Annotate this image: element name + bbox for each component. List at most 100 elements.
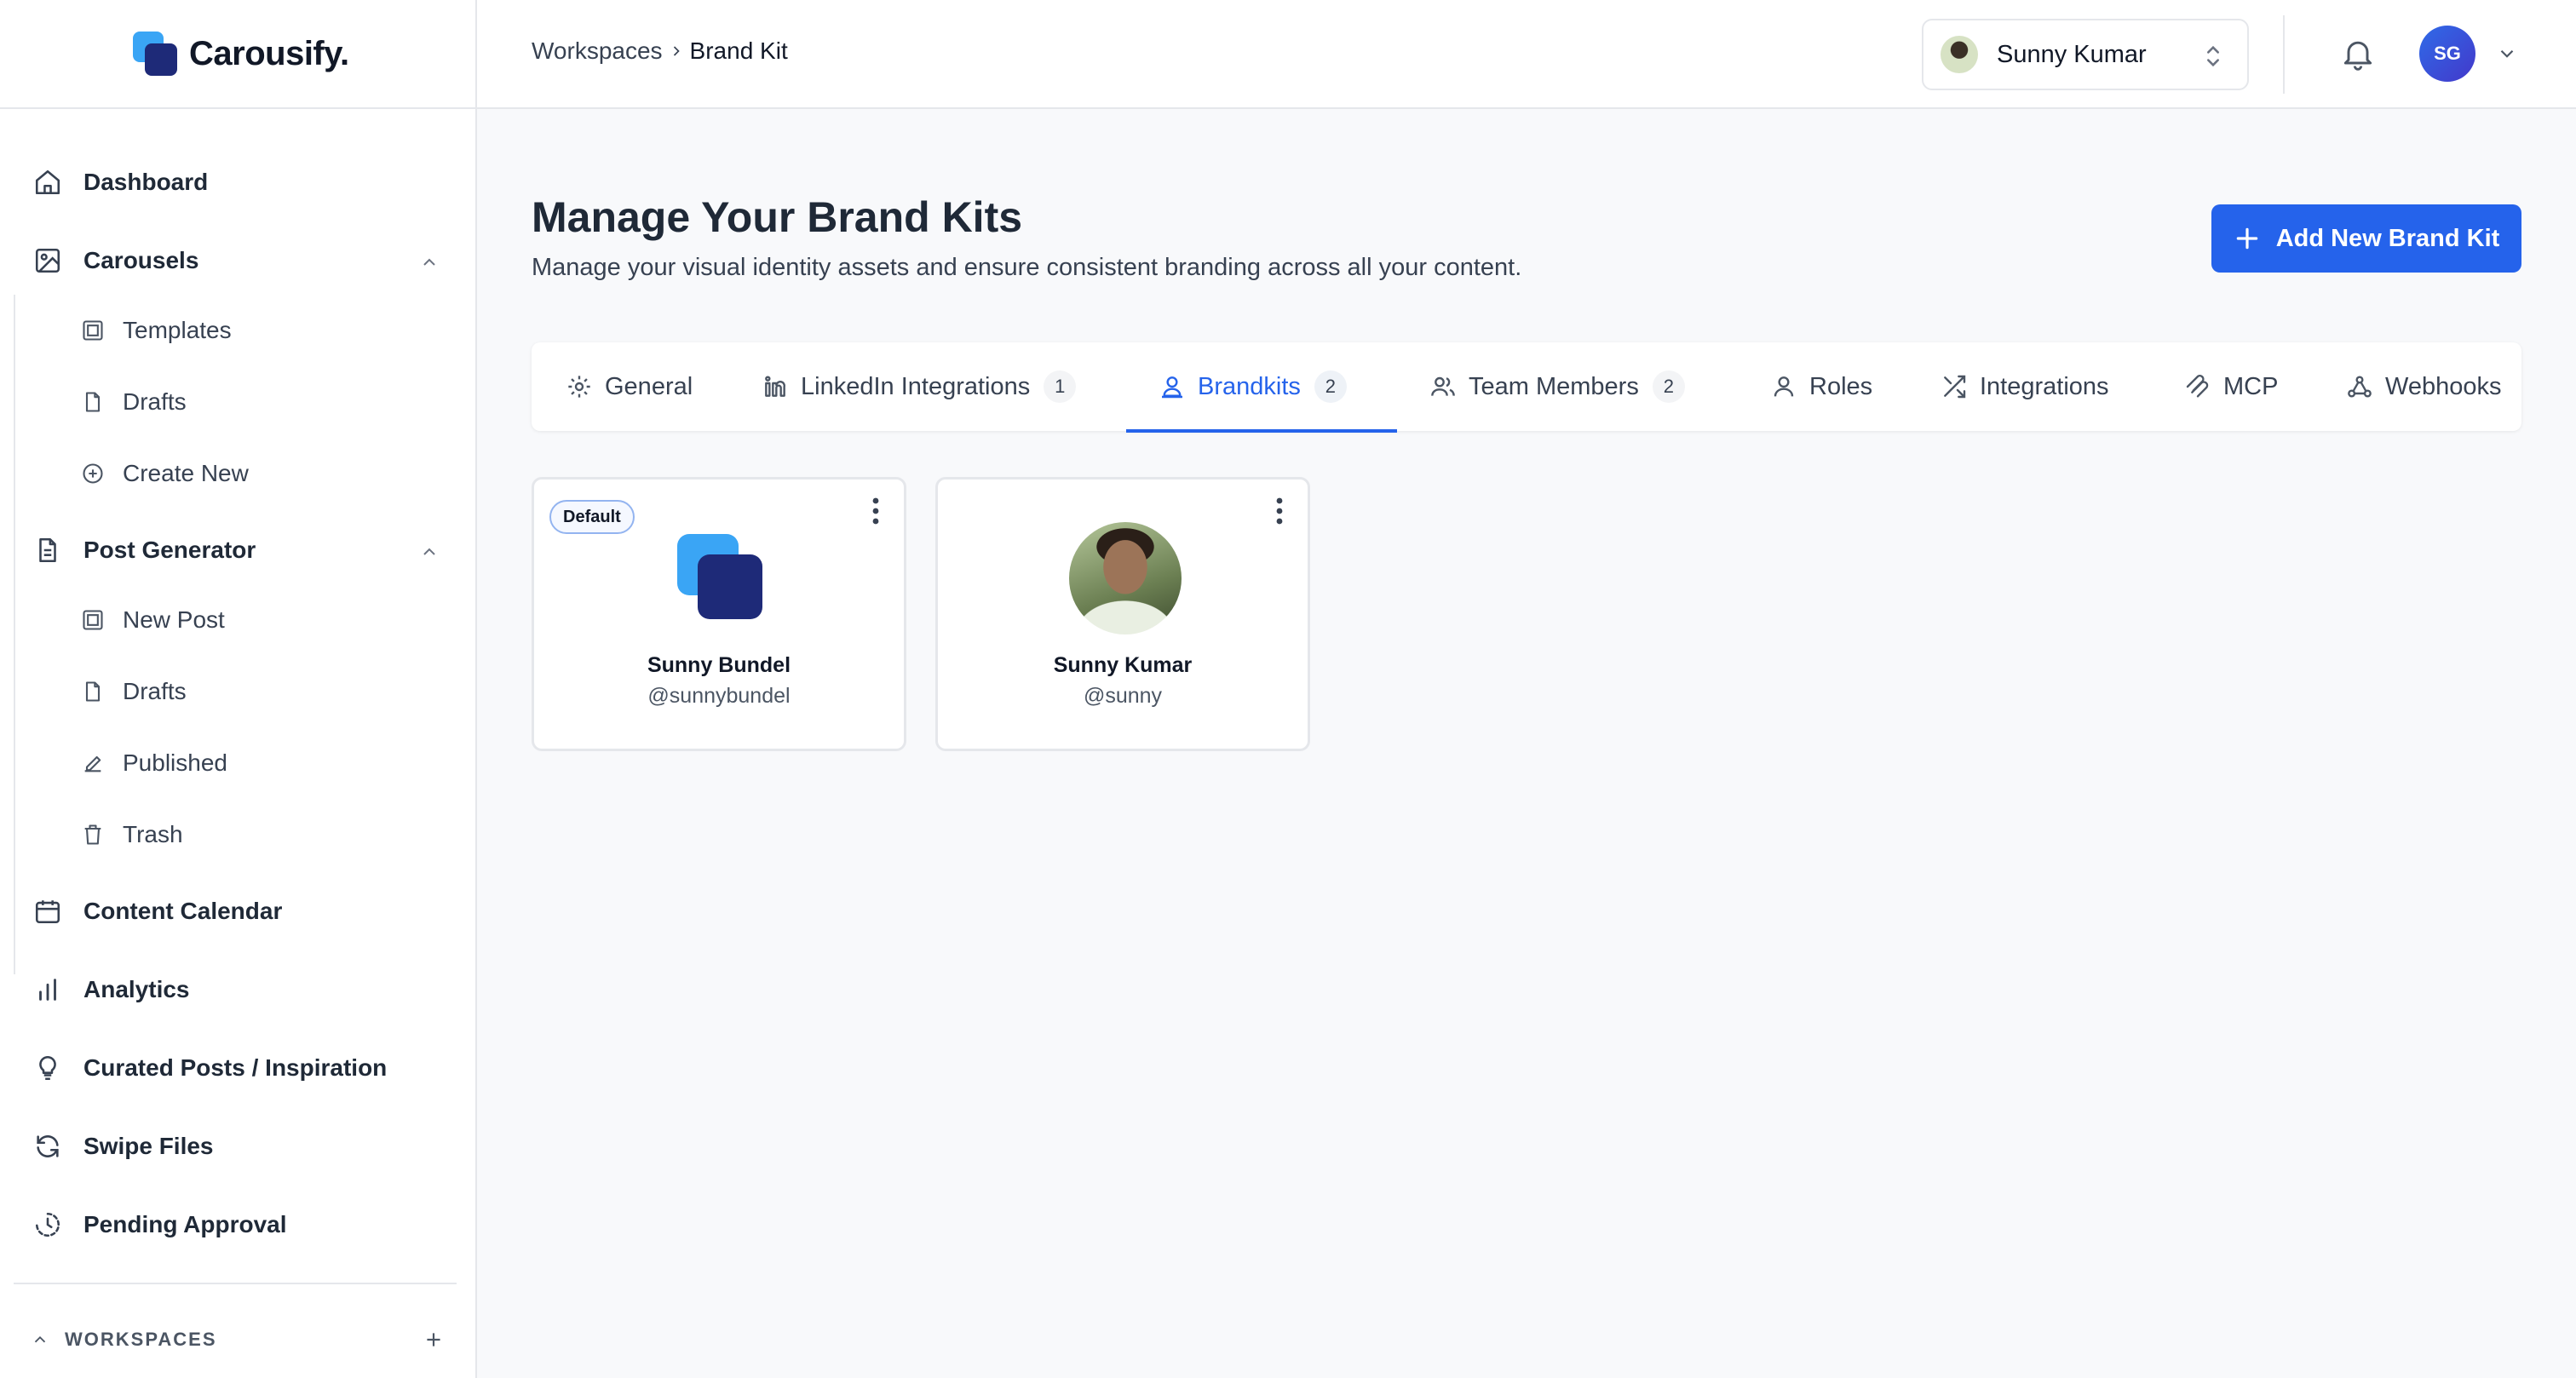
pencil-icon <box>80 750 106 776</box>
logo[interactable]: Carousify. <box>0 0 475 109</box>
more-vertical-icon[interactable] <box>1275 497 1284 525</box>
breadcrumb-brand-kit: Brand Kit <box>689 37 788 64</box>
brand-kit-name: Sunny Bundel <box>647 653 791 677</box>
tab-label: Webhooks <box>2385 372 2502 400</box>
sidebar-item-label: Create New <box>123 460 249 486</box>
tab-linkedin-integrations[interactable]: LinkedIn Integrations 1 <box>762 342 1077 431</box>
sidebar-item-new-post[interactable]: New Post <box>80 606 225 634</box>
sidebar-item-label: Carousels <box>83 247 199 273</box>
linkedin-icon <box>762 373 789 400</box>
tab-count-badge: 2 <box>1314 370 1347 403</box>
sidebar-item-label: Dashboard <box>83 169 209 195</box>
default-badge: Default <box>549 500 635 534</box>
refresh-icon <box>32 1131 63 1162</box>
logo-mark-icon <box>133 32 177 76</box>
sidebar-item-carousel-drafts[interactable]: Drafts <box>80 388 187 416</box>
chevron-up-icon <box>34 1335 46 1343</box>
tab-label: Brandkits <box>1198 372 1301 400</box>
mcp-icon <box>2184 373 2211 400</box>
brand-kit-name: Sunny Kumar <box>1053 653 1193 677</box>
shuffle-icon <box>1941 373 1968 400</box>
chevron-up-down-icon <box>2207 45 2219 67</box>
tab-roles[interactable]: Roles <box>1770 342 1872 431</box>
settings-tabs: General LinkedIn Integrations 1 Brandkit… <box>532 342 2521 431</box>
sidebar-item-label: Post Generator <box>83 537 256 563</box>
tab-label: General <box>605 372 693 400</box>
breadcrumb-workspaces[interactable]: Workspaces <box>532 37 663 65</box>
sidebar-item-label: Drafts <box>123 388 187 415</box>
sidebar-item-label: Trash <box>123 821 183 847</box>
user-avatar[interactable]: SG <box>2419 26 2475 82</box>
webhook-icon <box>2346 373 2373 400</box>
add-button-label: Add New Brand Kit <box>2275 224 2500 252</box>
template-icon <box>80 318 106 343</box>
sidebar-item-dashboard[interactable]: Dashboard <box>32 167 208 198</box>
template-icon <box>80 607 106 633</box>
sidebar-item-label: New Post <box>123 606 225 633</box>
add-workspace-plus-icon[interactable] <box>423 1329 445 1351</box>
sidebar-item-swipe-files[interactable]: Swipe Files <box>32 1131 214 1162</box>
tab-label: LinkedIn Integrations <box>801 372 1031 400</box>
brand-kit-handle: @sunnybundel <box>647 684 791 708</box>
sidebar-item-post-generator[interactable]: Post Generator <box>32 535 256 566</box>
sidebar-item-content-calendar[interactable]: Content Calendar <box>32 896 282 927</box>
brand-kit-card[interactable]: Default Sunny Bundel @sunnybundel <box>532 477 906 751</box>
tab-mcp[interactable]: MCP <box>2184 342 2278 431</box>
sidebar-item-trash[interactable]: Trash <box>80 821 183 848</box>
image-icon <box>32 245 63 276</box>
user-icon <box>1770 373 1797 400</box>
chevron-up-icon[interactable] <box>419 252 440 273</box>
brandkit-icon <box>1159 373 1186 400</box>
sidebar-item-published[interactable]: Published <box>80 749 227 777</box>
active-tab-indicator <box>1126 429 1397 433</box>
sidebar-item-label: Pending Approval <box>83 1211 287 1237</box>
more-vertical-icon[interactable] <box>871 497 880 525</box>
profile-photo <box>1069 522 1182 634</box>
sidebar-item-label: Analytics <box>83 976 190 1002</box>
logo-text: Carousify. <box>189 34 349 72</box>
calendar-icon <box>32 896 63 927</box>
tab-label: Roles <box>1809 372 1873 400</box>
tab-label: MCP <box>2223 372 2279 400</box>
home-icon <box>32 167 63 198</box>
brand-logo <box>677 534 766 623</box>
sidebar-item-analytics[interactable]: Analytics <box>32 974 190 1005</box>
file-icon <box>80 679 106 704</box>
sidebar-item-label: Drafts <box>123 678 187 704</box>
document-icon <box>32 535 63 566</box>
chevron-up-icon[interactable] <box>419 542 440 562</box>
users-icon <box>1429 373 1457 400</box>
sidebar-item-label: Swipe Files <box>83 1133 214 1159</box>
sidebar-item-post-drafts[interactable]: Drafts <box>80 678 187 705</box>
bar-chart-icon <box>32 974 63 1005</box>
sidebar-item-carousels[interactable]: Carousels <box>32 245 198 276</box>
sidebar-item-label: Curated Posts / Inspiration <box>83 1054 388 1081</box>
tab-integrations[interactable]: Integrations <box>1941 342 2109 431</box>
account-switcher[interactable]: Sunny Kumar <box>1922 19 2249 90</box>
tab-general[interactable]: General <box>566 342 693 431</box>
brand-kit-card[interactable]: Sunny Kumar @sunny <box>935 477 1310 751</box>
sidebar-item-curated-posts[interactable]: Curated Posts / Inspiration <box>32 1053 387 1083</box>
tab-team-members[interactable]: Team Members 2 <box>1429 342 1685 431</box>
chevron-down-icon[interactable] <box>2496 43 2518 65</box>
submenu-rail <box>14 584 15 974</box>
tab-brandkits[interactable]: Brandkits 2 <box>1159 342 1347 431</box>
account-name: Sunny Kumar <box>1997 40 2147 68</box>
page-subtitle: Manage your visual identity assets and e… <box>532 254 1522 281</box>
sidebar-item-pending-approval[interactable]: Pending Approval <box>32 1209 287 1240</box>
sidebar-item-templates[interactable]: Templates <box>80 317 232 344</box>
file-icon <box>80 389 106 415</box>
bell-icon[interactable] <box>2339 34 2377 73</box>
workspaces-section-toggle[interactable]: WORKSPACES <box>31 1329 217 1351</box>
account-avatar <box>1941 36 1978 73</box>
add-new-brand-kit-button[interactable]: Add New Brand Kit <box>2211 204 2521 273</box>
divider <box>14 1283 457 1284</box>
tab-webhooks[interactable]: Webhooks <box>2346 342 2502 431</box>
chevron-right-icon <box>673 46 680 56</box>
tab-label: Integrations <box>1980 372 2109 400</box>
tab-count-badge: 2 <box>1652 370 1685 403</box>
breadcrumb: Workspaces Brand Kit <box>532 37 788 65</box>
sidebar: Carousify. Dashboard Carousels Templates <box>0 0 477 1378</box>
sidebar-item-create-new[interactable]: Create New <box>80 460 249 487</box>
sidebar-item-label: Published <box>123 749 227 776</box>
